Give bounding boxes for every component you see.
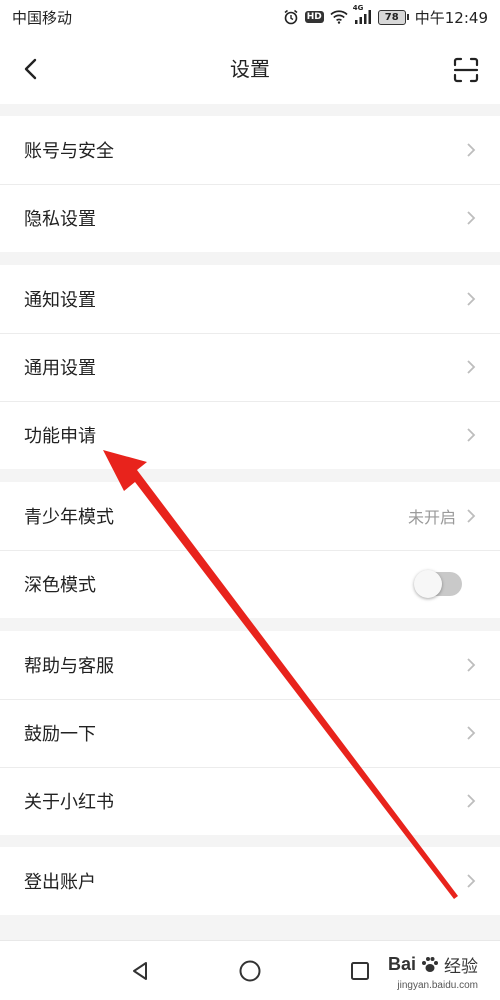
status-icons: HD 4G 78 中午12:49 xyxy=(283,4,488,28)
settings-group-logout: 登出账户 xyxy=(0,847,500,915)
page-title: 设置 xyxy=(230,57,270,81)
settings-group-help: 帮助与客服 鼓励一下 关于小红书 xyxy=(0,631,500,835)
chevron-right-icon xyxy=(464,871,478,891)
chevron-right-icon xyxy=(464,791,478,811)
header: 设置 xyxy=(0,34,500,104)
row-label: 登出账户 xyxy=(24,872,96,893)
watermark-url: jingyan.baidu.com xyxy=(397,980,478,991)
row-label: 隐私设置 xyxy=(24,209,96,230)
settings-group-general: 通知设置 通用设置 功能申请 xyxy=(0,265,500,469)
nav-recents-button[interactable] xyxy=(344,955,376,987)
signal-icon: 4G xyxy=(353,4,372,24)
row-dark-mode: 深色模式 xyxy=(0,550,500,618)
wifi-icon xyxy=(330,10,348,24)
row-label: 帮助与客服 xyxy=(24,656,114,677)
row-label: 青少年模式 xyxy=(24,507,114,528)
chevron-right-icon xyxy=(464,723,478,743)
watermark-text: 经验 xyxy=(444,957,478,977)
row-label: 鼓励一下 xyxy=(24,724,96,745)
row-notification-settings[interactable]: 通知设置 xyxy=(0,265,500,333)
home-circle-icon xyxy=(239,960,261,982)
row-label: 账号与安全 xyxy=(24,141,114,162)
chevron-right-icon xyxy=(464,357,478,377)
row-encourage[interactable]: 鼓励一下 xyxy=(0,699,500,767)
chevron-right-icon xyxy=(464,425,478,445)
scan-button[interactable] xyxy=(450,54,482,86)
paw-icon xyxy=(422,956,438,972)
battery-level: 78 xyxy=(377,9,406,25)
chevron-right-icon xyxy=(464,140,478,160)
row-label: 关于小红书 xyxy=(24,792,114,813)
youth-mode-status: 未开启 xyxy=(407,508,456,527)
carrier-name: 中国移动 xyxy=(12,8,73,27)
chevron-right-icon xyxy=(464,655,478,675)
row-logout[interactable]: 登出账户 xyxy=(0,847,500,915)
recents-square-icon xyxy=(351,962,369,980)
settings-group-modes: 青少年模式 未开启 深色模式 xyxy=(0,482,500,618)
row-label: 深色模式 xyxy=(24,575,96,596)
back-triangle-icon xyxy=(133,962,147,980)
network-type: 4G xyxy=(352,4,364,12)
row-help-support[interactable]: 帮助与客服 xyxy=(0,631,500,699)
chevron-right-icon xyxy=(464,506,478,526)
settings-group-account: 账号与安全 隐私设置 xyxy=(0,116,500,252)
row-label: 功能申请 xyxy=(24,426,96,447)
row-youth-mode[interactable]: 青少年模式 未开启 xyxy=(0,482,500,550)
row-general-settings[interactable]: 通用设置 xyxy=(0,333,500,401)
chevron-left-icon xyxy=(24,58,37,80)
dark-mode-toggle[interactable] xyxy=(414,570,462,598)
battery-icon: 78 xyxy=(377,9,409,25)
baidu-jingyan-watermark: Bai 经验 xyxy=(388,952,478,977)
alarm-icon xyxy=(283,9,299,25)
row-account-security[interactable]: 账号与安全 xyxy=(0,116,500,184)
toggle-knob xyxy=(414,570,442,598)
watermark-logo: Bai xyxy=(387,954,416,974)
clock: 中午12:49 xyxy=(414,8,488,27)
nav-home-button[interactable] xyxy=(234,955,266,987)
row-label: 通知设置 xyxy=(24,290,96,311)
chevron-right-icon xyxy=(464,208,478,228)
hd-icon: HD xyxy=(304,11,324,23)
status-bar: 中国移动 HD 4G 78 中午12:49 xyxy=(0,0,500,34)
row-label: 通用设置 xyxy=(24,358,96,379)
row-feature-request[interactable]: 功能申请 xyxy=(0,401,500,469)
row-privacy-settings[interactable]: 隐私设置 xyxy=(0,184,500,252)
row-about[interactable]: 关于小红书 xyxy=(0,767,500,835)
nav-back-button[interactable] xyxy=(124,955,156,987)
back-button[interactable] xyxy=(14,52,48,86)
scan-icon xyxy=(453,57,479,83)
chevron-right-icon xyxy=(464,289,478,309)
